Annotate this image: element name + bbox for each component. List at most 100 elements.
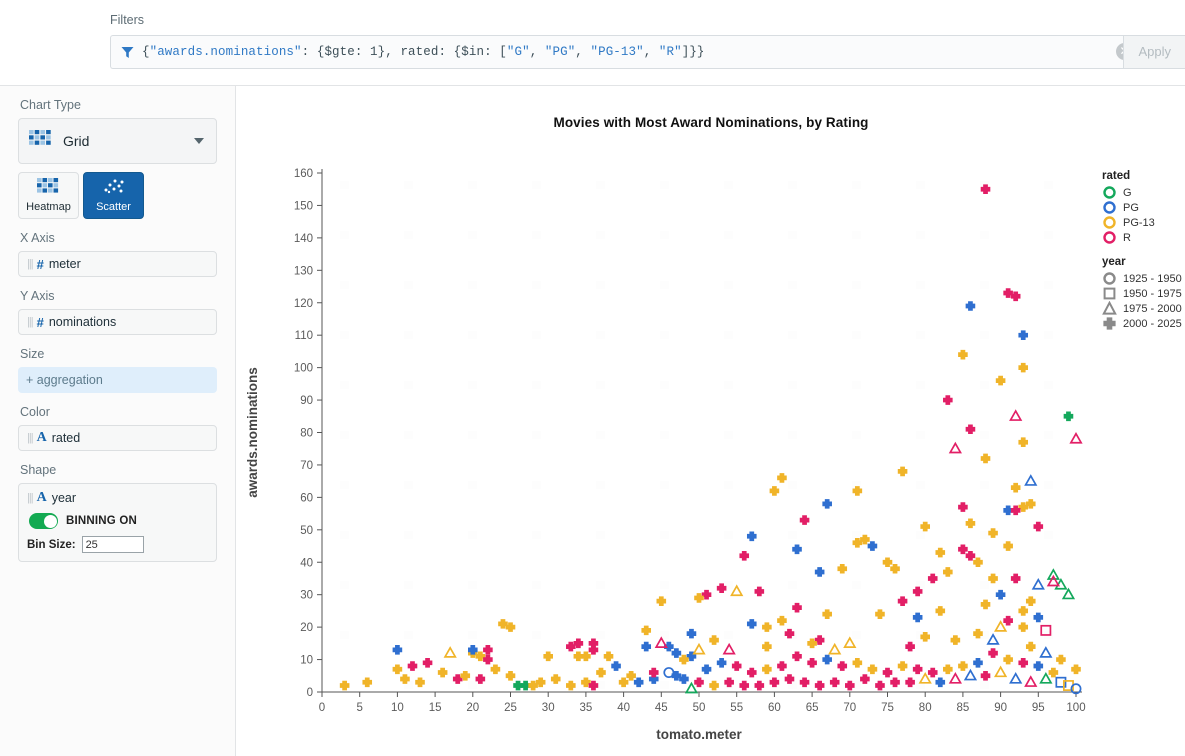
scatter-point[interactable] bbox=[800, 678, 808, 686]
scatter-point[interactable] bbox=[800, 516, 808, 524]
scatter-point[interactable] bbox=[989, 574, 997, 582]
scatter-point[interactable] bbox=[656, 638, 666, 647]
scatter-point[interactable] bbox=[1041, 648, 1051, 657]
scatter-point[interactable] bbox=[936, 548, 944, 556]
scatter-point[interactable] bbox=[1071, 434, 1081, 443]
scatter-point[interactable] bbox=[891, 565, 899, 573]
scatter-point[interactable] bbox=[838, 662, 846, 670]
scatter-point[interactable] bbox=[921, 522, 929, 530]
scatter-point[interactable] bbox=[936, 678, 944, 686]
scatter-point[interactable] bbox=[989, 529, 997, 537]
scatter-point[interactable] bbox=[906, 642, 914, 650]
scatter-point[interactable] bbox=[950, 443, 960, 452]
scatter-point[interactable] bbox=[748, 532, 756, 540]
shape-legend-item[interactable]: 2000 - 2025 bbox=[1102, 316, 1182, 331]
scatter-point[interactable] bbox=[770, 678, 778, 686]
scatter-point[interactable] bbox=[995, 667, 1005, 676]
scatter-point[interactable] bbox=[733, 662, 741, 670]
scatter-point[interactable] bbox=[974, 659, 982, 667]
scatter-point[interactable] bbox=[988, 635, 998, 644]
chart-type-select[interactable]: Grid bbox=[18, 118, 217, 164]
color-field[interactable]: ||| A rated bbox=[18, 425, 217, 451]
scatter-point[interactable] bbox=[755, 587, 763, 595]
scatter-point[interactable] bbox=[1019, 331, 1027, 339]
scatter-point[interactable] bbox=[612, 662, 620, 670]
scatter-point[interactable] bbox=[506, 672, 514, 680]
scatter-point[interactable] bbox=[1019, 607, 1027, 615]
scatter-point[interactable] bbox=[944, 396, 952, 404]
scatter-point[interactable] bbox=[808, 659, 816, 667]
scatter-point[interactable] bbox=[717, 659, 725, 667]
scatter-point[interactable] bbox=[552, 675, 560, 683]
drag-handle-icon[interactable]: ||| bbox=[27, 492, 33, 504]
scatter-point[interactable] bbox=[740, 552, 748, 560]
scatter-point[interactable] bbox=[619, 678, 627, 686]
scatter-point[interactable] bbox=[793, 603, 801, 611]
scatter-point[interactable] bbox=[1004, 616, 1012, 624]
scatter-point[interactable] bbox=[950, 674, 960, 683]
scatter-point[interactable] bbox=[845, 638, 855, 647]
scatter-point[interactable] bbox=[861, 675, 869, 683]
scatter-point[interactable] bbox=[604, 652, 612, 660]
scatter-point[interactable] bbox=[1027, 642, 1035, 650]
scatter-point[interactable] bbox=[974, 558, 982, 566]
scatter-point[interactable] bbox=[1057, 655, 1065, 663]
scatter-point[interactable] bbox=[438, 668, 446, 676]
scatter-point[interactable] bbox=[445, 648, 455, 657]
scatter-point[interactable] bbox=[981, 454, 989, 462]
scatter-point[interactable] bbox=[672, 649, 680, 657]
scatter-point[interactable] bbox=[770, 487, 778, 495]
scatter-point[interactable] bbox=[989, 649, 997, 657]
scatter-point[interactable] bbox=[959, 662, 967, 670]
scatter-point[interactable] bbox=[1026, 476, 1036, 485]
scatter-point[interactable] bbox=[627, 672, 635, 680]
scatter-plot[interactable]: 0102030405060708090100110120130140150160… bbox=[237, 86, 1185, 756]
scatter-point[interactable] bbox=[944, 665, 952, 673]
scatter-point[interactable] bbox=[898, 597, 906, 605]
scatter-button[interactable]: Scatter bbox=[83, 172, 144, 219]
shape-legend-item[interactable]: 1925 - 1950 bbox=[1102, 271, 1182, 286]
scatter-point[interactable] bbox=[1063, 589, 1073, 598]
scatter-point[interactable] bbox=[936, 607, 944, 615]
scatter-point[interactable] bbox=[748, 668, 756, 676]
scatter-point[interactable] bbox=[965, 670, 975, 679]
scatter-point[interactable] bbox=[906, 678, 914, 686]
scatter-point[interactable] bbox=[996, 376, 1004, 384]
shape-legend-item[interactable]: 1975 - 2000 bbox=[1102, 301, 1182, 316]
scatter-point[interactable] bbox=[1049, 668, 1057, 676]
x-axis-field[interactable]: ||| # meter bbox=[18, 251, 217, 277]
scatter-point[interactable] bbox=[868, 665, 876, 673]
scatter-point[interactable] bbox=[1019, 623, 1027, 631]
scatter-point[interactable] bbox=[815, 568, 823, 576]
scatter-point[interactable] bbox=[920, 674, 930, 683]
scatter-point[interactable] bbox=[1019, 659, 1027, 667]
scatter-point[interactable] bbox=[484, 646, 492, 654]
scatter-point[interactable] bbox=[393, 665, 401, 673]
scatter-point[interactable] bbox=[1019, 438, 1027, 446]
scatter-point[interactable] bbox=[642, 626, 650, 634]
scatter-point[interactable] bbox=[491, 665, 499, 673]
scatter-point[interactable] bbox=[898, 662, 906, 670]
scatter-point[interactable] bbox=[732, 586, 742, 595]
color-legend-item[interactable]: G bbox=[1102, 185, 1182, 200]
scatter-point[interactable] bbox=[423, 659, 431, 667]
scatter-point[interactable] bbox=[582, 652, 590, 660]
scatter-point[interactable] bbox=[755, 681, 763, 689]
scatter-point[interactable] bbox=[748, 620, 756, 628]
scatter-point[interactable] bbox=[1004, 542, 1012, 550]
scatter-point[interactable] bbox=[710, 681, 718, 689]
scatter-point[interactable] bbox=[687, 629, 695, 637]
binning-toggle[interactable] bbox=[29, 513, 58, 529]
scatter-point[interactable] bbox=[778, 662, 786, 670]
scatter-point[interactable] bbox=[408, 662, 416, 670]
scatter-point[interactable] bbox=[966, 552, 974, 560]
scatter-point[interactable] bbox=[981, 672, 989, 680]
scatter-point[interactable] bbox=[1034, 522, 1042, 530]
bin-size-input[interactable] bbox=[82, 536, 144, 553]
color-legend-item[interactable]: PG-13 bbox=[1102, 215, 1182, 230]
scatter-point[interactable] bbox=[597, 668, 605, 676]
scatter-point[interactable] bbox=[567, 681, 575, 689]
scatter-point[interactable] bbox=[1011, 574, 1019, 582]
scatter-point[interactable] bbox=[876, 610, 884, 618]
scatter-point[interactable] bbox=[634, 678, 642, 686]
